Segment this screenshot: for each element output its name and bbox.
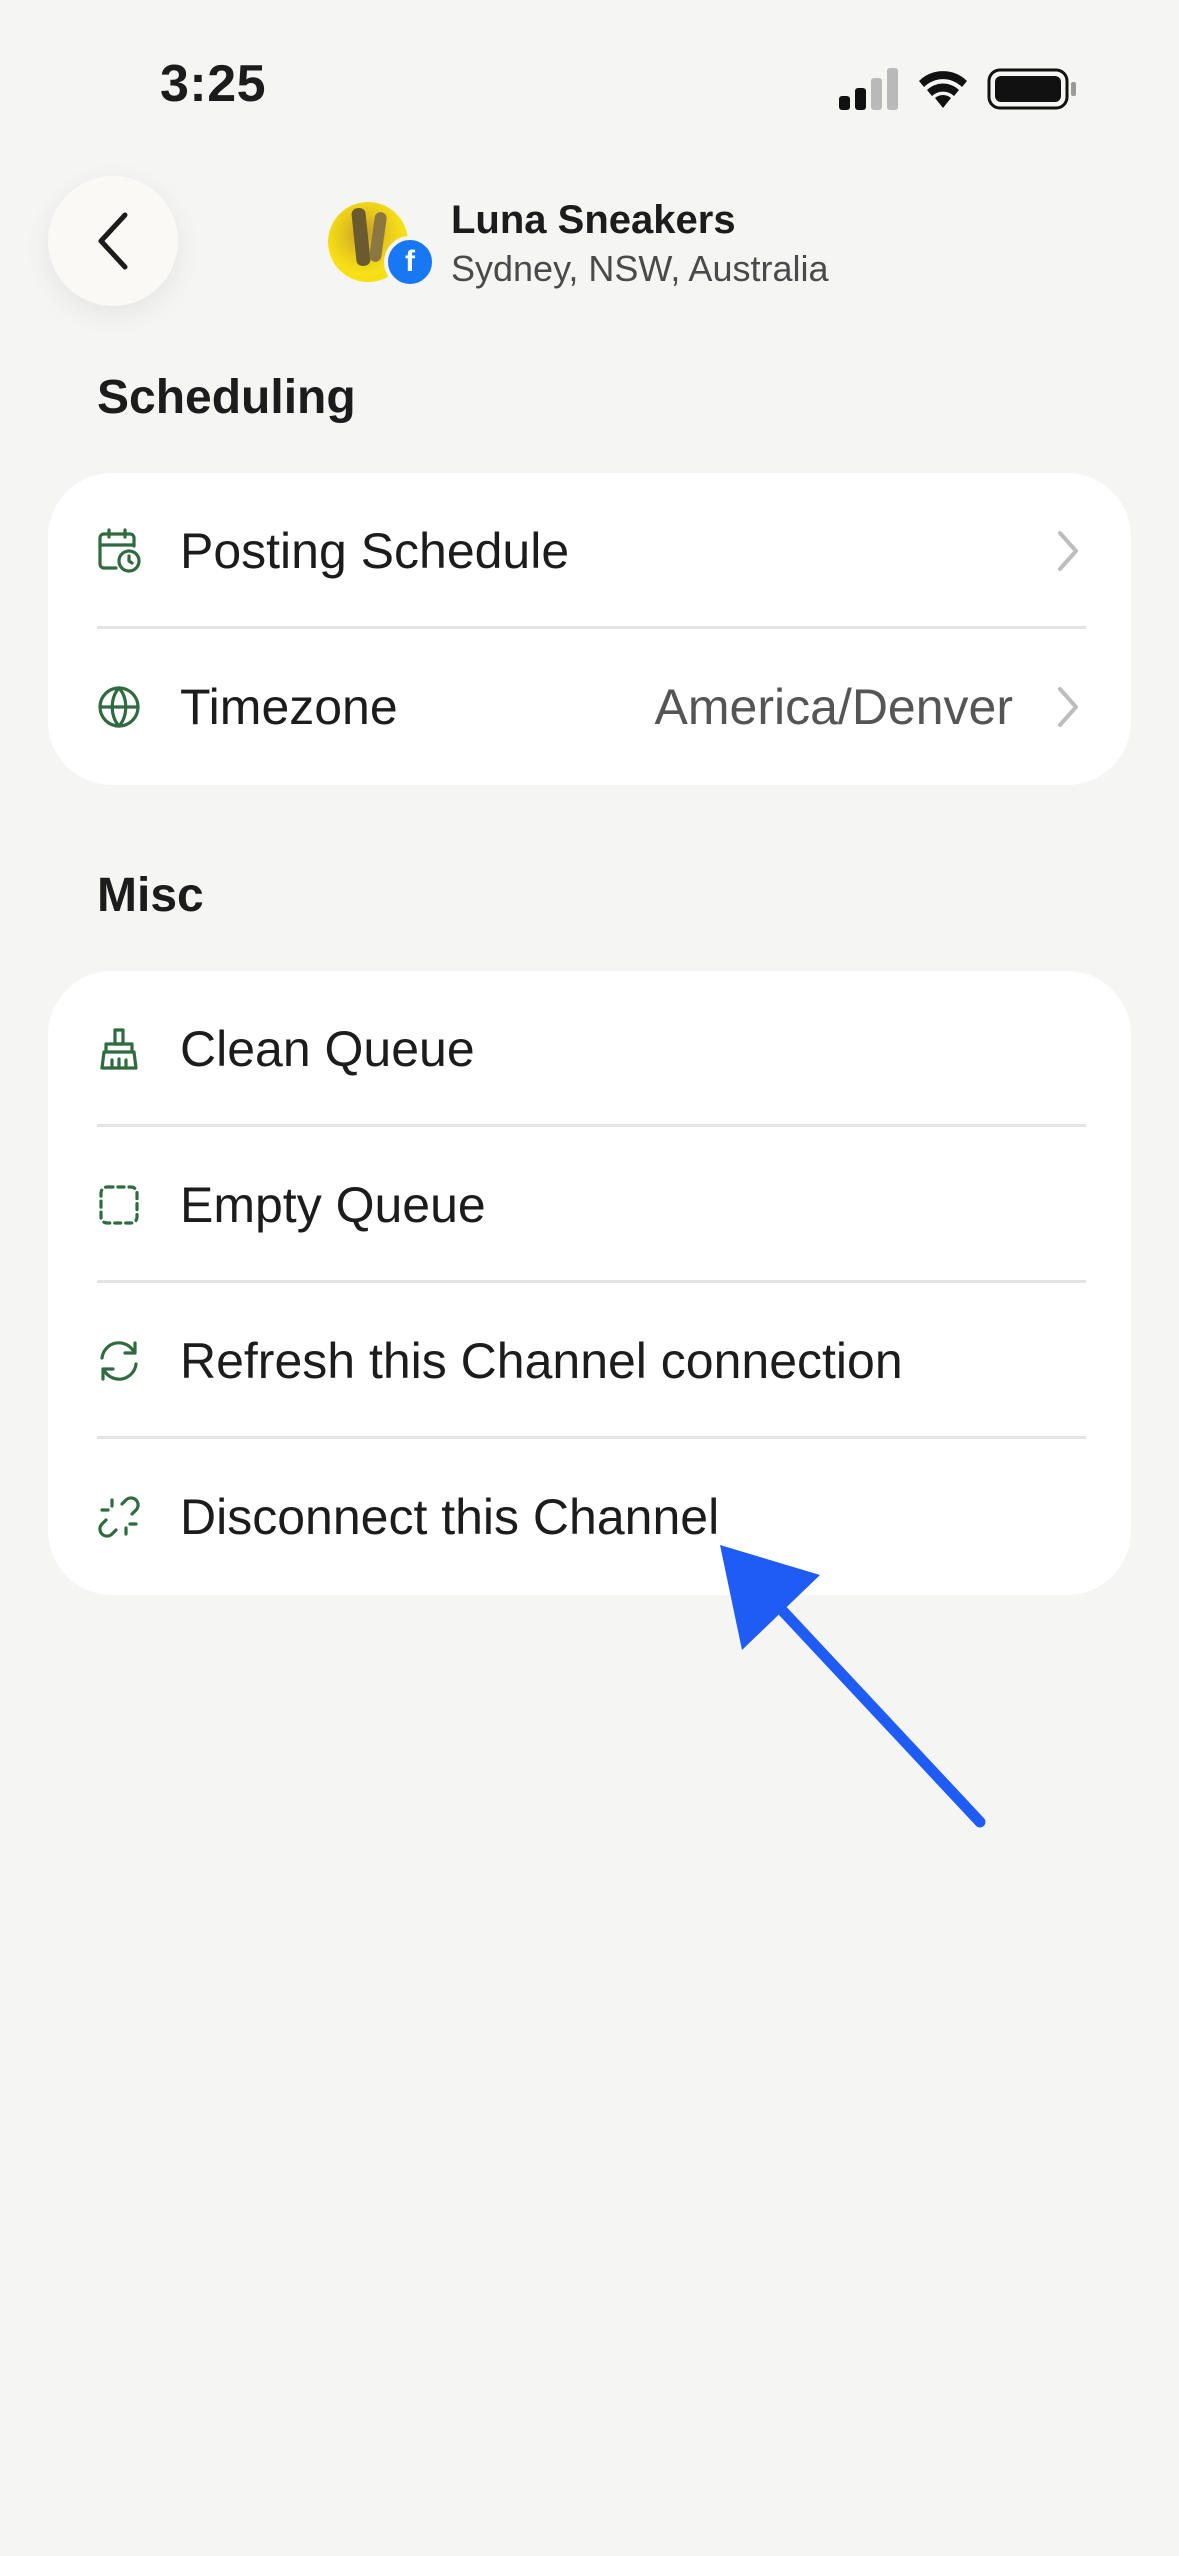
timezone-label: Timezone	[180, 679, 398, 735]
disconnect-channel-label: Disconnect this Channel	[180, 1489, 720, 1545]
clean-queue-label: Clean Queue	[180, 1021, 475, 1077]
scheduling-card: Posting Schedule Timezone America/Denver	[48, 473, 1131, 785]
broken-link-icon	[96, 1494, 142, 1540]
refresh-icon	[96, 1338, 142, 1384]
disconnect-channel-row[interactable]: Disconnect this Channel	[48, 1439, 1131, 1595]
section-title-misc: Misc	[97, 869, 204, 922]
battery-icon	[987, 68, 1076, 110]
refresh-channel-label: Refresh this Channel connection	[180, 1333, 903, 1389]
empty-queue-row[interactable]: Empty Queue	[48, 1127, 1131, 1283]
refresh-channel-row[interactable]: Refresh this Channel connection	[48, 1283, 1131, 1439]
calendar-clock-icon	[96, 528, 142, 574]
clean-queue-row[interactable]: Clean Queue	[48, 971, 1131, 1127]
broom-icon	[96, 1026, 142, 1072]
cellular-signal-icon	[839, 68, 898, 110]
timezone-value: America/Denver	[654, 679, 1013, 735]
chevron-right-icon	[1058, 531, 1078, 571]
section-title-scheduling: Scheduling	[97, 371, 356, 424]
globe-icon	[96, 684, 142, 730]
chevron-right-icon	[1058, 687, 1078, 727]
status-bar: 3:25	[0, 0, 1179, 170]
misc-card: Clean Queue Empty Queue Refresh this Cha…	[48, 971, 1131, 1595]
posting-schedule-row[interactable]: Posting Schedule	[48, 473, 1131, 629]
channel-location: Sydney, NSW, Australia	[451, 248, 829, 289]
channel-name: Luna Sneakers	[451, 198, 736, 242]
back-button[interactable]	[48, 176, 178, 306]
facebook-badge-icon: f	[384, 236, 436, 288]
posting-schedule-label: Posting Schedule	[180, 523, 570, 579]
timezone-row[interactable]: Timezone America/Denver	[48, 629, 1131, 785]
wifi-icon	[919, 71, 967, 108]
status-icons	[839, 68, 1076, 110]
status-time: 3:25	[160, 55, 267, 113]
dashed-square-icon	[96, 1182, 142, 1228]
empty-queue-label: Empty Queue	[180, 1177, 486, 1233]
chevron-left-icon	[98, 212, 128, 270]
